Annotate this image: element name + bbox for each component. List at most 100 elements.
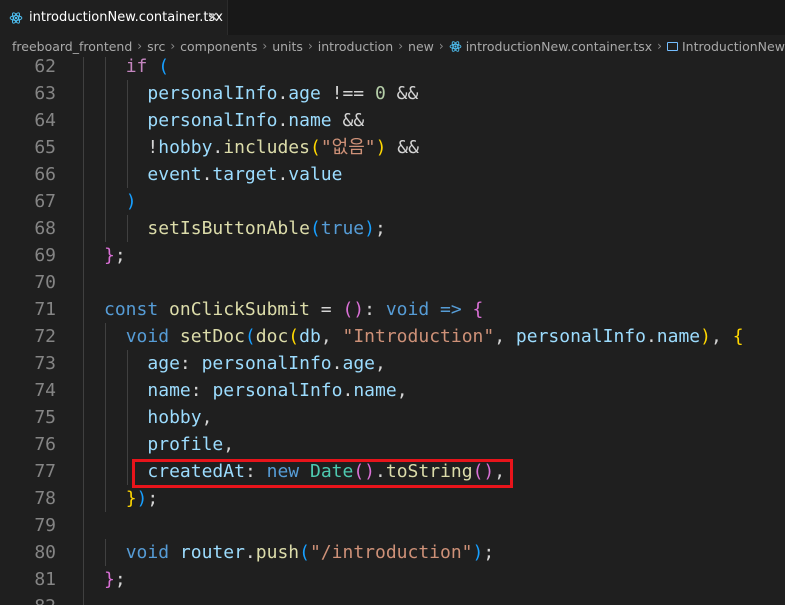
breadcrumb-item[interactable]: units [272,39,303,54]
indent-guide [105,458,106,485]
code-token: ) [364,218,375,239]
indent-guide [83,161,84,188]
code-token: if [125,57,148,77]
code-line[interactable]: 70 [0,269,785,296]
code-token: push [255,542,300,563]
code-text: personalInfo.age !== 0 && [147,80,418,107]
code-line[interactable]: 78}); [0,485,785,512]
close-icon[interactable]: × [207,9,219,25]
code-line[interactable]: 76 profile, [0,431,785,458]
indent-guide [105,107,106,134]
code-text: !hobby.includes("없음") && [147,134,419,161]
chevron-right-icon: › [307,39,313,53]
chevron-right-icon: › [657,39,662,53]
code-token: . [244,542,256,563]
code-line[interactable]: 73 age: personalInfo.age, [0,350,785,377]
code-token: } [104,245,115,266]
code-line[interactable]: 63 personalInfo.age !== 0 && [0,80,785,107]
indent-guide [83,107,84,134]
indent-guide [83,323,84,350]
code-line[interactable]: 68 setIsButtonAble(true); [0,215,785,242]
breadcrumb-item[interactable]: src [147,39,165,54]
code-line[interactable]: 64 personalInfo.name && [0,107,785,134]
highlight-annotation-box [132,459,513,488]
code-line[interactable]: 65 !hobby.includes("없음") && [0,134,785,161]
indent-guide [105,215,106,242]
code-line[interactable]: 74 name: personalInfo.name, [0,377,785,404]
code-token: && [386,137,419,158]
code-token: 0 [374,83,386,104]
code-token: && [331,110,365,131]
code-token: router [179,542,245,563]
code-token: onClickSubmit [169,299,310,320]
code-line[interactable]: 81}; [0,566,785,593]
code-line[interactable]: 82 [0,593,785,605]
code-token: hobby [158,137,213,158]
code-token: } [104,569,115,590]
code-line[interactable]: 67) [0,188,785,215]
code-token: , [494,326,516,347]
code-token: , [375,353,386,374]
line-number: 65 [34,137,56,158]
code-line[interactable]: 80 void router.push("/introduction"); [0,539,785,566]
code-token: } [125,488,137,509]
indent-guide [105,377,106,404]
code-token: ; [114,245,126,266]
code-token: hobby [147,407,202,428]
code-line[interactable]: 75 hobby, [0,404,785,431]
breadcrumb-file[interactable]: introductionNew.container.tsx [449,39,652,54]
code-token: void [125,326,170,347]
code-token: ; [114,569,126,590]
indent-guide [105,485,106,512]
line-number: 79 [34,515,56,536]
code-token: ! [147,137,159,158]
code-token: void [385,299,430,320]
line-number: 82 [0,593,56,605]
code-editor[interactable]: 62 if (63 personalInfo.age !== 0 && 64 perso… [0,57,785,605]
code-token: . [201,164,213,185]
code-line[interactable]: 66 event.target.value [0,161,785,188]
indent-guide [127,377,128,404]
code-text: }); [126,485,159,512]
tab-introduction-new-container[interactable]: introductionNew.container.tsx × [0,0,228,35]
line-number: 81 [34,569,56,590]
line-number: 68 [34,218,56,239]
code-line[interactable]: 72 void setDoc(doc(db, "Introduction", pe… [0,323,785,350]
indent-guide [105,431,106,458]
code-token: . [331,353,343,374]
code-token: { [472,299,484,320]
code-token: ( [158,57,170,77]
code-line[interactable]: 71 const onClickSubmit = (): void => { [0,296,785,323]
breadcrumb-item[interactable]: freeboard_frontend [12,39,132,54]
code-line[interactable]: 79 [0,512,785,539]
indent-guide [83,350,84,377]
line-number: 73 [34,353,56,374]
code-token: personalInfo [147,83,278,104]
chevron-right-icon: › [170,39,176,53]
code-token: ) [472,542,484,563]
code-token: ; [147,488,159,509]
editor-tab-bar: introductionNew.container.tsx × [0,0,785,36]
code-token: ( [309,218,321,239]
breadcrumb-symbol[interactable]: IntroductionNew [666,39,785,54]
code-token: value [288,164,343,185]
code-token: personalInfo [212,380,343,401]
breadcrumb-item[interactable]: components [180,39,257,54]
indent-guide [127,134,128,161]
breadcrumb-item[interactable]: new [408,39,434,54]
indent-guide [83,215,84,242]
code-line[interactable]: 69}; [0,242,785,269]
indent-guide [127,215,128,242]
indent-guide [127,431,128,458]
code-token: const [104,299,159,320]
code-token: ) [700,326,711,347]
tab-label: introductionNew.container.tsx [29,10,223,25]
breadcrumb-item[interactable]: introduction [318,39,393,54]
code-token: , [320,326,343,347]
code-line[interactable]: 62 if ( [0,57,785,80]
indent-guide [105,161,106,188]
chevron-right-icon: › [262,39,268,53]
